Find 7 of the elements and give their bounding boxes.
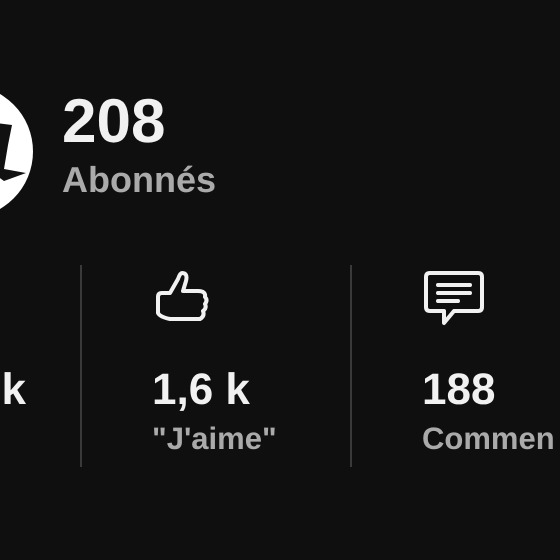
stat-label: "J'aime" (152, 420, 277, 458)
stat-value: k (2, 364, 26, 416)
subscriber-count: 208 (62, 86, 166, 158)
stat-label: Commen (422, 420, 555, 458)
subscribers-label: Abonnés (62, 158, 216, 202)
stat-value: 1,6 k (152, 364, 250, 416)
stat-value: 188 (422, 364, 496, 416)
